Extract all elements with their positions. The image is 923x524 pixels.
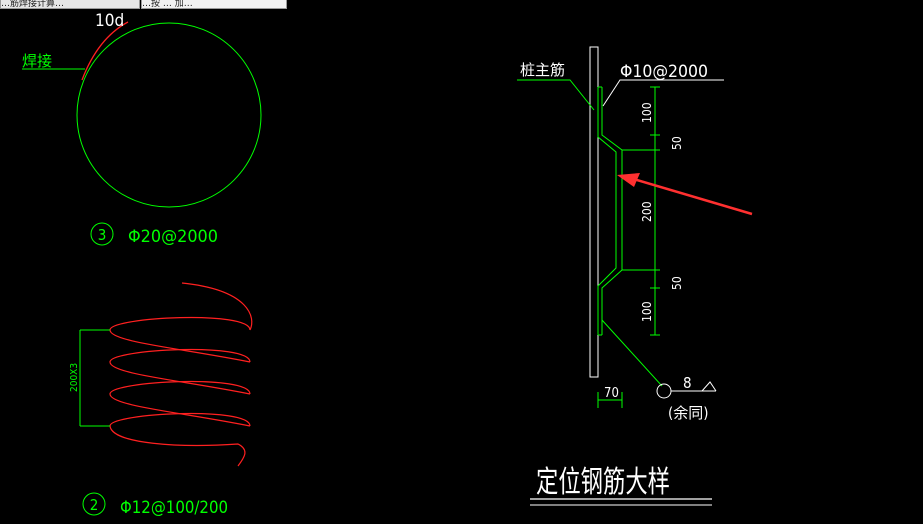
ring-bar-group: 10d 焊接 3 Φ20@2000 <box>22 11 262 247</box>
dim-label-2: 50 <box>670 136 684 150</box>
spiral-coil-back <box>109 393 251 427</box>
dim-label-3: 200 <box>640 201 654 222</box>
spiral-coils <box>109 282 253 467</box>
ring-weld-label: 焊接 <box>22 52 52 70</box>
spiral-coil-back <box>109 329 251 363</box>
positioning-bar-detail: 桩主筋 Φ10@2000 100 50 200 50 100 70 8 (余同)… <box>517 46 724 506</box>
pile-main-bar <box>589 46 599 378</box>
detail-title: 定位钢筋大样 <box>536 465 670 500</box>
spiral-coil-front <box>109 316 251 331</box>
main-bar-leader <box>517 79 595 111</box>
bubble-flag <box>701 381 717 392</box>
spiral-coil-front <box>109 412 251 427</box>
detail-spec: Φ10@2000 <box>620 62 708 82</box>
spiral-spec: Φ12@100/200 <box>120 498 228 518</box>
dim-label-5: 100 <box>640 301 654 322</box>
bubble-note: (余同) <box>668 404 709 422</box>
ring-spec: Φ20@2000 <box>128 227 218 247</box>
dim-label-1: 100 <box>640 102 654 123</box>
spiral-bar-group: 200X3 2 Φ12@100/200 <box>69 282 253 518</box>
ring-bar-circle <box>76 22 262 208</box>
dim-label-4: 50 <box>670 276 684 290</box>
spiral-dim-label: 200X3 <box>69 363 80 392</box>
width-dim-label: 70 <box>604 386 619 401</box>
spiral-number: 2 <box>90 496 99 514</box>
positioning-bar-outer <box>601 87 623 335</box>
cad-drawing-canvas[interactable]: 10d 焊接 3 Φ20@2000 200X3 2 Φ12@100/200 桩主… <box>0 0 923 524</box>
detail-spec-leader <box>602 79 724 107</box>
reference-bubble <box>656 383 672 399</box>
ring-lap-label: 10d <box>95 11 124 31</box>
spiral-coil-bottom <box>109 425 246 467</box>
annotation-arrow <box>617 173 753 216</box>
bubble-leader <box>601 319 663 387</box>
ring-number: 3 <box>98 226 107 244</box>
spiral-coil-back <box>109 361 251 395</box>
main-bar-label: 桩主筋 <box>520 61 565 79</box>
spiral-coil-front <box>109 380 251 395</box>
spiral-coil-front <box>109 348 251 363</box>
spiral-dimension <box>79 329 110 427</box>
positioning-bar-inner <box>597 87 617 335</box>
bubble-value: 8 <box>683 374 692 392</box>
